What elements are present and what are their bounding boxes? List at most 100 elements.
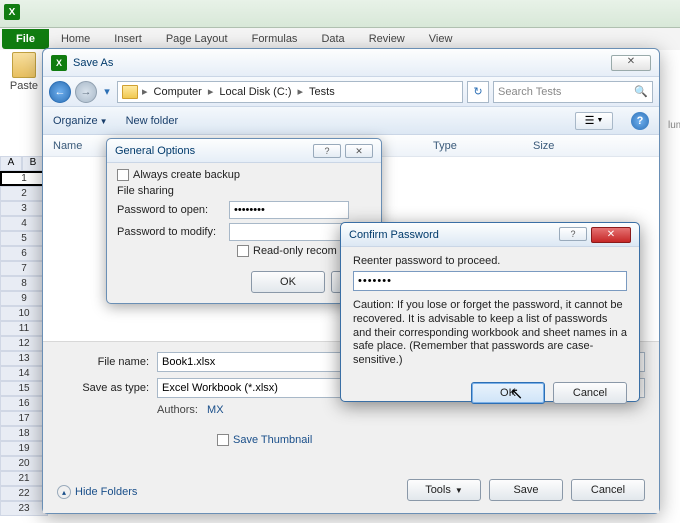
chevron-down-icon: ▼ (455, 486, 463, 495)
row-header[interactable]: 19 (0, 441, 48, 456)
chevron-down-icon: ▼ (100, 117, 108, 126)
tab-formulas[interactable]: Formulas (240, 30, 310, 48)
column-header-size[interactable]: Size (533, 140, 593, 152)
quick-access-toolbar-bg: X (0, 0, 680, 28)
clipboard-icon (12, 52, 36, 78)
dialog-title: General Options (115, 145, 195, 157)
authors-label: Authors: (157, 404, 198, 416)
close-button[interactable]: ✕ (591, 227, 631, 243)
dialog-titlebar[interactable]: Confirm Password ? ✕ (341, 223, 639, 247)
reenter-password-input[interactable] (353, 271, 627, 291)
tab-insert[interactable]: Insert (102, 30, 154, 48)
ribbon-tabs: File Home Insert Page Layout Formulas Da… (0, 28, 680, 50)
help-button[interactable]: ? (559, 227, 587, 241)
excel-icon: X (4, 4, 20, 20)
row-header[interactable]: 10 (0, 306, 48, 321)
close-button[interactable]: ✕ (611, 55, 651, 71)
tab-review[interactable]: Review (357, 30, 417, 48)
row-header[interactable]: 15 (0, 381, 48, 396)
close-button[interactable]: ✕ (345, 144, 373, 158)
tools-menu[interactable]: Tools▼ (407, 479, 481, 501)
row-header[interactable]: 9 (0, 291, 48, 306)
breadcrumb[interactable]: ▸ Computer ▸ Local Disk (C:) ▸ Tests (117, 81, 463, 103)
new-folder-button[interactable]: New folder (126, 115, 179, 127)
organize-menu[interactable]: Organize▼ (53, 115, 108, 127)
row-header[interactable]: 7 (0, 261, 48, 276)
row-header[interactable]: 21 (0, 471, 48, 486)
password-open-input[interactable] (229, 201, 349, 219)
password-modify-input[interactable] (229, 223, 349, 241)
col-header[interactable]: A (0, 156, 22, 171)
row-header[interactable]: 2 (0, 186, 48, 201)
cancel-button[interactable]: Cancel (553, 382, 627, 404)
dialog-title: Confirm Password (349, 229, 439, 241)
checkbox-icon (217, 434, 229, 446)
forward-button[interactable]: → (75, 81, 97, 103)
cancel-button[interactable]: Cancel (571, 479, 645, 501)
refresh-button[interactable]: ↻ (467, 81, 489, 103)
authors-value[interactable]: MX (207, 404, 224, 416)
password-modify-label: Password to modify: (117, 226, 225, 238)
always-backup-checkbox[interactable]: Always create backup (117, 169, 371, 181)
filename-label: File name: (57, 356, 149, 368)
row-header[interactable]: 6 (0, 246, 48, 261)
folder-icon (122, 85, 138, 99)
save-button[interactable]: Save (489, 479, 563, 501)
row-header[interactable]: 13 (0, 351, 48, 366)
paste-label: Paste (4, 80, 44, 92)
row-header[interactable]: 16 (0, 396, 48, 411)
row-header[interactable]: 17 (0, 411, 48, 426)
row-header[interactable]: 4 (0, 216, 48, 231)
search-placeholder: Search Tests (498, 86, 561, 98)
view-options-button[interactable]: ☰▼ (575, 112, 613, 130)
row-header[interactable]: 23 (0, 501, 48, 516)
help-button[interactable]: ? (631, 112, 649, 130)
tab-home[interactable]: Home (49, 30, 102, 48)
row-header[interactable]: 22 (0, 486, 48, 501)
column-header-type[interactable]: Type (433, 140, 533, 152)
row-header[interactable]: 8 (0, 276, 48, 291)
password-open-label: Password to open: (117, 204, 225, 216)
ok-button[interactable]: OK (251, 271, 325, 293)
tab-page-layout[interactable]: Page Layout (154, 30, 240, 48)
prompt-text: Reenter password to proceed. (353, 255, 627, 267)
worksheet-grid: A B 1 2 3 4 5 6 7 8 9 10 11 12 13 14 15 … (0, 156, 48, 516)
tab-view[interactable]: View (417, 30, 465, 48)
savetype-label: Save as type: (57, 382, 149, 394)
row-header[interactable]: 18 (0, 426, 48, 441)
paste-button[interactable]: Paste (4, 52, 44, 100)
breadcrumb-segment[interactable]: Local Disk (C:) (217, 86, 293, 98)
nav-history-dropdown[interactable]: ▾ (101, 81, 113, 103)
back-button[interactable]: ← (49, 81, 71, 103)
col-header[interactable]: B (22, 156, 44, 171)
dialog-titlebar[interactable]: General Options ? ✕ (107, 139, 381, 163)
save-thumbnail-checkbox[interactable]: Save Thumbnail (217, 434, 645, 446)
tab-file[interactable]: File (2, 29, 49, 49)
file-sharing-label: File sharing (117, 185, 371, 197)
dialog-title: Save As (73, 57, 113, 69)
row-header[interactable]: 5 (0, 231, 48, 246)
row-header[interactable]: 3 (0, 201, 48, 216)
tab-data[interactable]: Data (309, 30, 356, 48)
row-header[interactable]: 12 (0, 336, 48, 351)
excel-icon: X (51, 55, 67, 71)
hide-folders-toggle[interactable]: ▴ Hide Folders (57, 485, 137, 499)
view-icon: ☰ (585, 114, 595, 127)
chevron-right-icon: ▸ (142, 85, 148, 98)
row-header[interactable]: 1 (0, 171, 48, 186)
chevron-up-icon: ▴ (57, 485, 71, 499)
help-button[interactable]: ? (313, 144, 341, 158)
search-input[interactable]: Search Tests 🔍 (493, 81, 653, 103)
breadcrumb-segment[interactable]: Computer (152, 86, 204, 98)
row-header[interactable]: 14 (0, 366, 48, 381)
dialog-titlebar[interactable]: X Save As ✕ (43, 49, 659, 77)
breadcrumb-segment[interactable]: Tests (307, 86, 337, 98)
caution-text: Caution: If you lose or forget the passw… (353, 299, 627, 368)
command-bar: Organize▼ New folder ☰▼ ? (43, 107, 659, 135)
checkbox-icon (237, 245, 249, 257)
row-header[interactable]: 11 (0, 321, 48, 336)
truncated-label: lum (668, 120, 680, 131)
row-header[interactable]: 20 (0, 456, 48, 471)
ok-button[interactable]: OK (471, 382, 545, 404)
chevron-down-icon: ▼ (596, 117, 603, 124)
